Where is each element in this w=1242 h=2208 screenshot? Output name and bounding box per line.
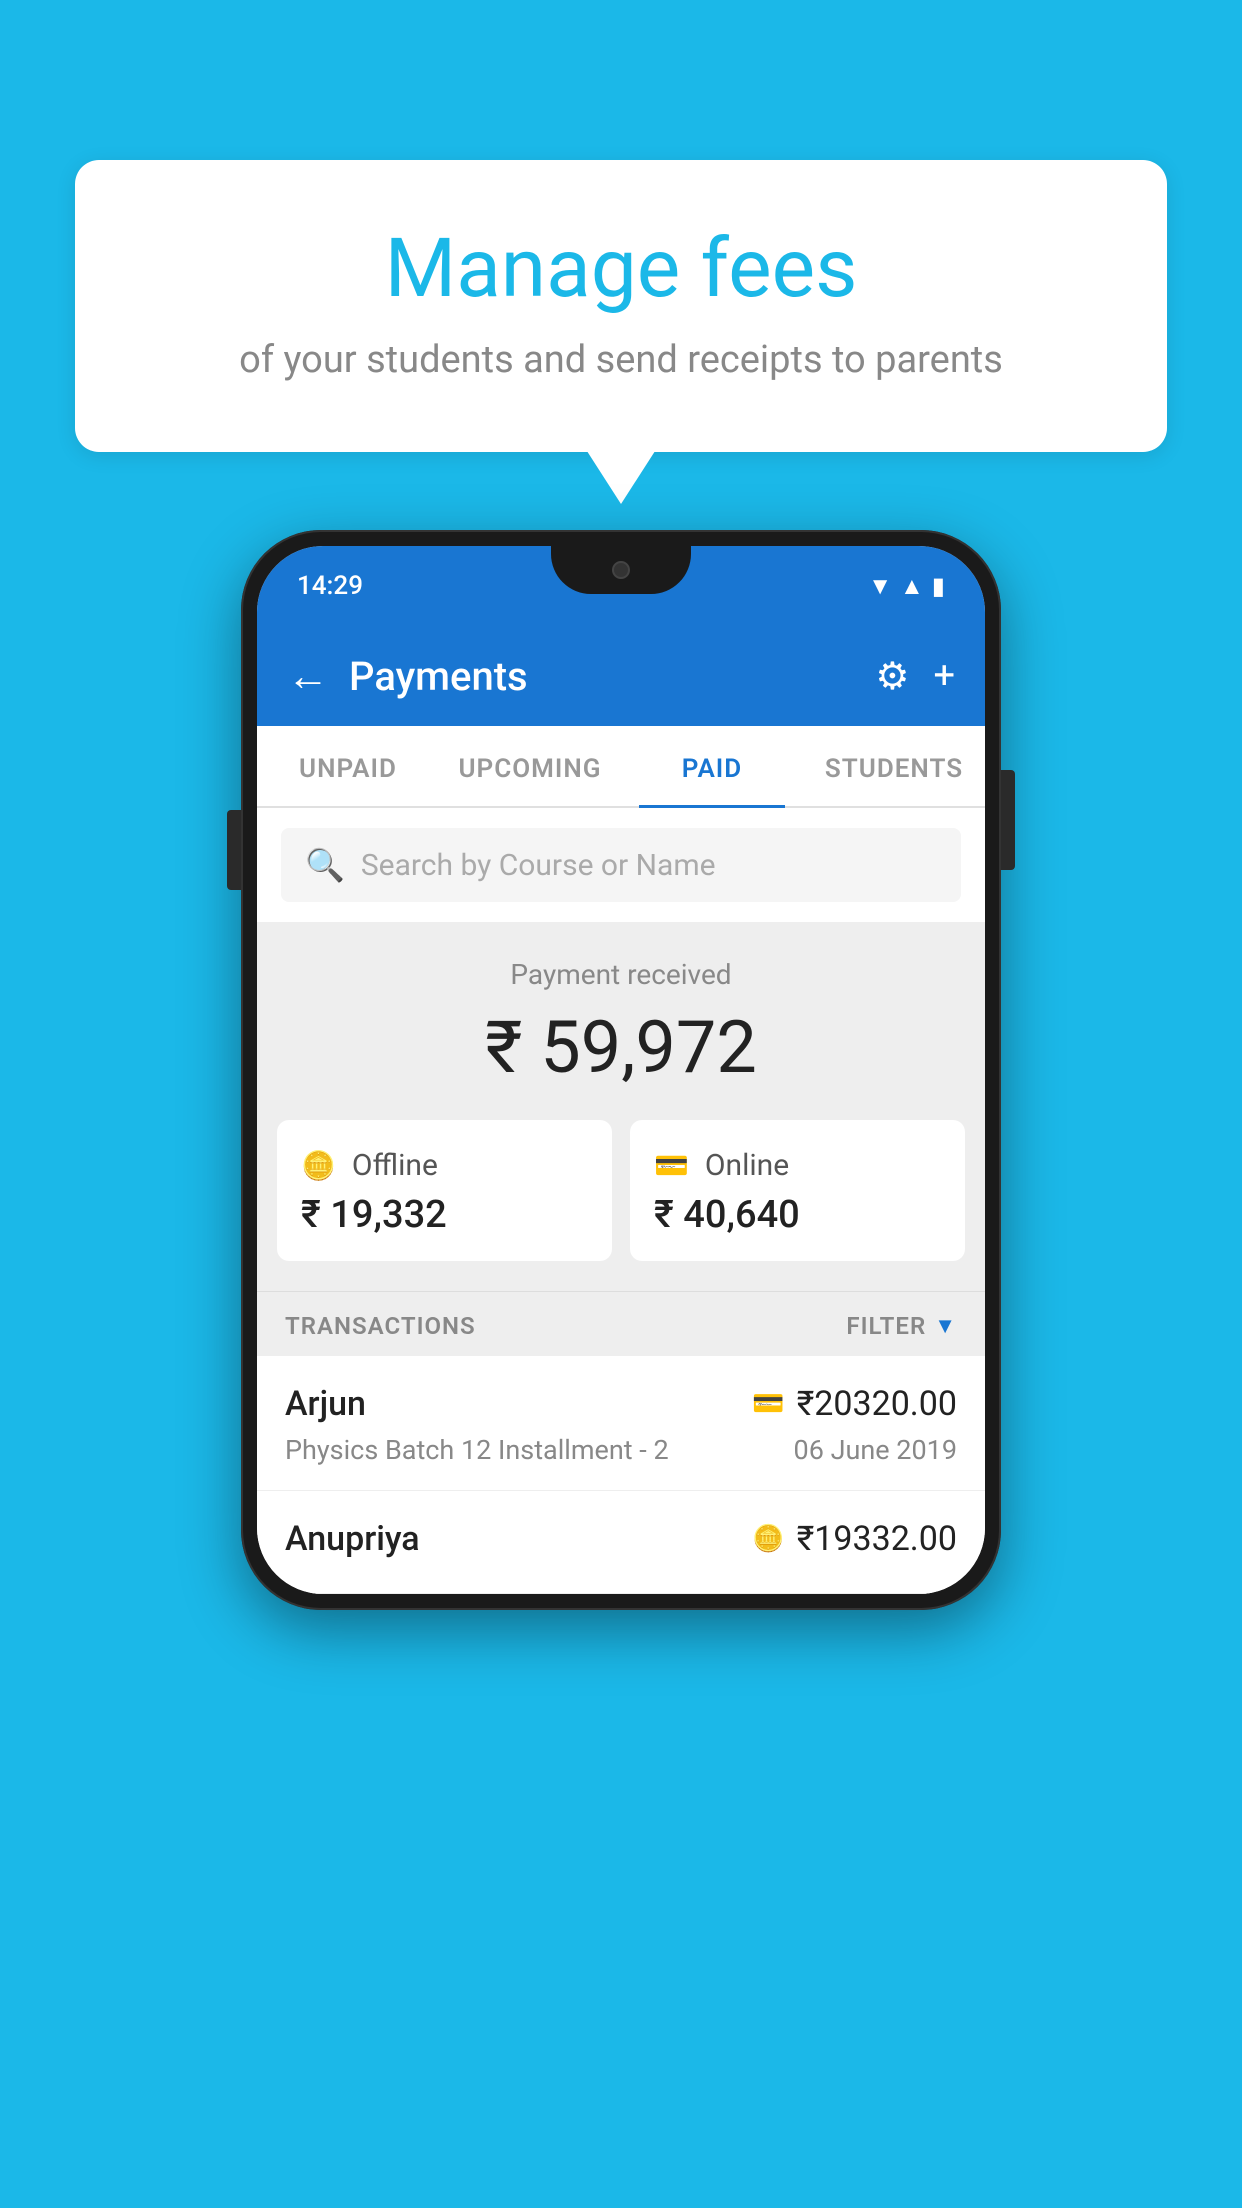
- transaction-amount: ₹19332.00: [797, 1519, 957, 1559]
- camera: [612, 561, 630, 579]
- tab-paid[interactable]: PAID: [621, 726, 803, 806]
- transaction-bottom: Physics Batch 12 Installment - 2 06 June…: [285, 1434, 957, 1466]
- speech-bubble: Manage fees of your students and send re…: [75, 160, 1167, 452]
- tab-students[interactable]: STUDENTS: [803, 726, 985, 806]
- filter-icon: ▼: [934, 1313, 957, 1339]
- search-section: 🔍 Search by Course or Name: [257, 808, 985, 922]
- search-icon: 🔍: [305, 846, 345, 884]
- transaction-top: Anupriya 🪙 ₹19332.00: [285, 1519, 957, 1559]
- speech-bubble-section: Manage fees of your students and send re…: [75, 160, 1167, 452]
- transaction-name: Arjun: [285, 1384, 366, 1424]
- tabs-bar: UNPAID UPCOMING PAID STUDENTS: [257, 726, 985, 808]
- transaction-amount: ₹20320.00: [797, 1384, 957, 1424]
- transaction-row: Arjun 💳 ₹20320.00 Physics Batch 12 Insta…: [257, 1356, 985, 1491]
- add-icon[interactable]: +: [933, 654, 955, 698]
- online-icon: 💳: [654, 1149, 689, 1182]
- transaction-row: Anupriya 🪙 ₹19332.00: [257, 1491, 985, 1594]
- phone-mockup: 14:29 ▼ ▲ ▮ ← Payments ⚙ +: [241, 530, 1001, 1610]
- payment-type-icon: 🪙: [752, 1524, 784, 1554]
- payment-label: Payment received: [257, 958, 985, 991]
- transaction-top: Arjun 💳 ₹20320.00: [285, 1384, 957, 1424]
- offline-icon: 🪙: [301, 1149, 336, 1182]
- payment-received-section: Payment received ₹ 59,972: [257, 922, 985, 1120]
- bubble-title: Manage fees: [155, 220, 1087, 318]
- transaction-date: 06 June 2019: [794, 1434, 957, 1466]
- search-input[interactable]: Search by Course or Name: [361, 848, 716, 883]
- back-button[interactable]: ←: [287, 652, 329, 701]
- status-icons: ▼ ▲ ▮: [868, 572, 945, 601]
- header-actions: ⚙ +: [875, 654, 955, 699]
- online-label: Online: [705, 1148, 789, 1183]
- settings-icon[interactable]: ⚙: [875, 654, 909, 699]
- tab-unpaid[interactable]: UNPAID: [257, 726, 439, 806]
- online-card: 💳 Online ₹ 40,640: [630, 1120, 965, 1261]
- payment-cards: 🪙 Offline ₹ 19,332 💳 Online ₹ 40,640: [257, 1120, 985, 1291]
- offline-card: 🪙 Offline ₹ 19,332: [277, 1120, 612, 1261]
- online-card-top: 💳 Online: [654, 1148, 941, 1183]
- header-title: Payments: [349, 653, 855, 700]
- transaction-course: Physics Batch 12 Installment - 2: [285, 1434, 669, 1466]
- amount-container: 🪙 ₹19332.00: [752, 1519, 957, 1559]
- payment-type-icon: 💳: [752, 1389, 784, 1419]
- transactions-header: TRANSACTIONS FILTER ▼: [257, 1291, 985, 1356]
- status-time: 14:29: [297, 571, 363, 601]
- offline-card-top: 🪙 Offline: [301, 1148, 588, 1183]
- offline-label: Offline: [352, 1148, 438, 1183]
- bubble-subtitle: of your students and send receipts to pa…: [155, 338, 1087, 382]
- transaction-name: Anupriya: [285, 1519, 420, 1559]
- wifi-icon: ▼: [868, 572, 892, 601]
- battery-icon: ▮: [932, 572, 945, 600]
- signal-icon: ▲: [900, 572, 924, 601]
- offline-amount: ₹ 19,332: [301, 1193, 588, 1237]
- app-header: ← Payments ⚙ +: [257, 626, 985, 726]
- status-bar: 14:29 ▼ ▲ ▮: [257, 546, 985, 626]
- search-box[interactable]: 🔍 Search by Course or Name: [281, 828, 961, 902]
- payment-amount: ₹ 59,972: [257, 1005, 985, 1090]
- filter-button[interactable]: FILTER ▼: [846, 1312, 957, 1340]
- phone-screen: 14:29 ▼ ▲ ▮ ← Payments ⚙ +: [257, 546, 985, 1594]
- amount-container: 💳 ₹20320.00: [752, 1384, 957, 1424]
- phone-outer: 14:29 ▼ ▲ ▮ ← Payments ⚙ +: [241, 530, 1001, 1610]
- notch: [551, 546, 691, 594]
- online-amount: ₹ 40,640: [654, 1193, 941, 1237]
- tab-upcoming[interactable]: UPCOMING: [439, 726, 621, 806]
- transactions-label: TRANSACTIONS: [285, 1312, 476, 1340]
